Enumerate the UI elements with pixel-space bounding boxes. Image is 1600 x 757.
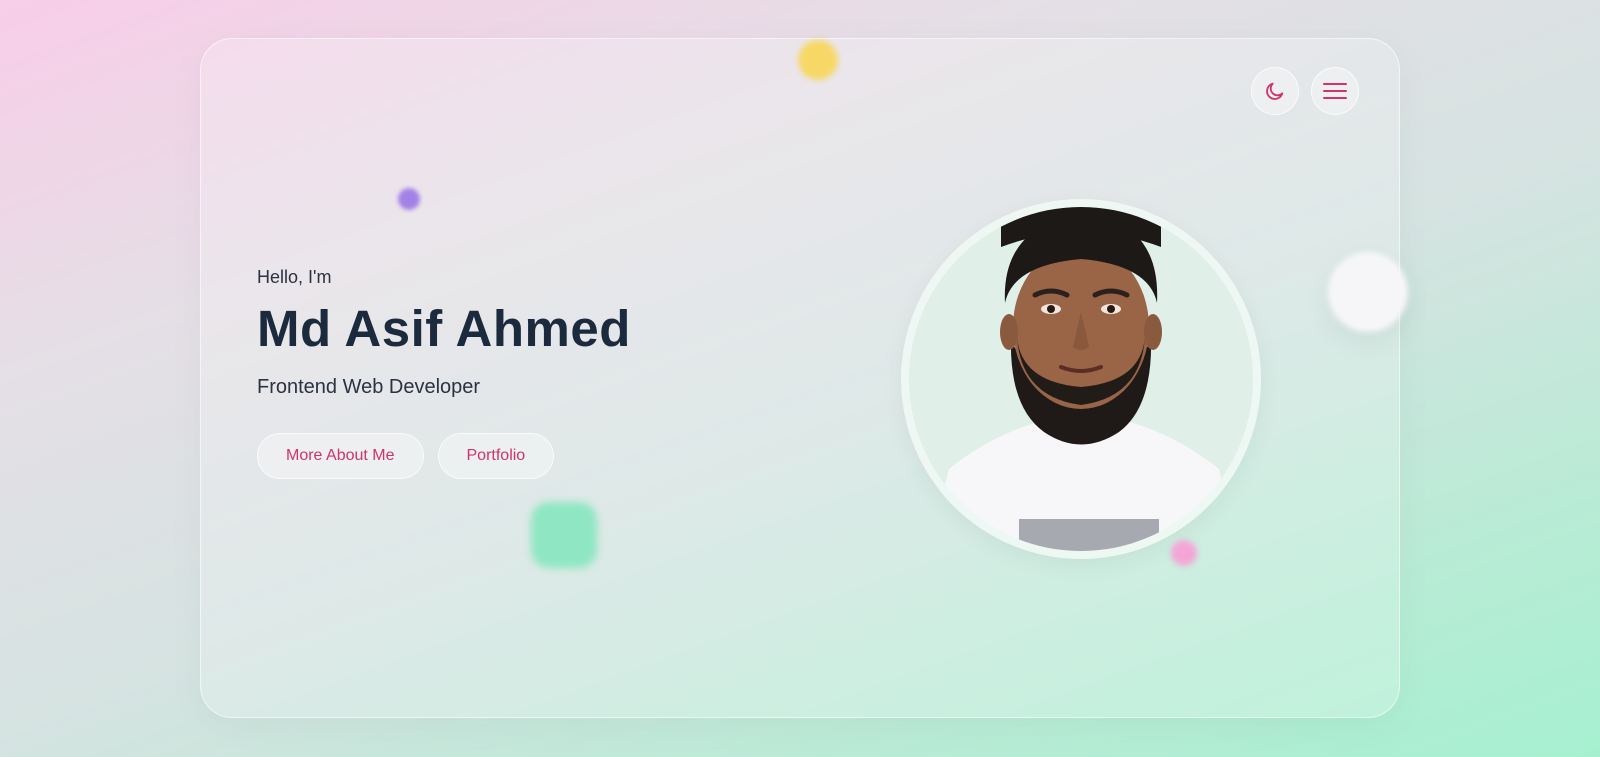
- menu-button[interactable]: [1311, 67, 1359, 115]
- more-about-me-button[interactable]: More About Me: [257, 432, 424, 479]
- page-title: Md Asif Ahmed: [257, 300, 631, 357]
- profile-photo: [909, 207, 1253, 551]
- moon-icon: [1264, 80, 1286, 102]
- hamburger-menu-icon: [1322, 81, 1348, 101]
- avatar-ring: [901, 199, 1261, 559]
- hero-intro: Hello, I'm Md Asif Ahmed Frontend Web De…: [257, 267, 631, 479]
- decor-pink-blob: [1171, 540, 1197, 566]
- hero-card: Hello, I'm Md Asif Ahmed Frontend Web De…: [200, 38, 1400, 718]
- theme-toggle-button[interactable]: [1251, 67, 1299, 115]
- cta-row: More About Me Portfolio: [257, 432, 631, 479]
- avatar: [909, 207, 1253, 551]
- role-subtitle: Frontend Web Developer: [257, 375, 481, 398]
- decor-white-blob: [1328, 252, 1408, 332]
- greeting-text: Hello, I'm: [257, 267, 332, 287]
- portfolio-button[interactable]: Portfolio: [437, 432, 555, 479]
- top-controls: [1251, 67, 1359, 115]
